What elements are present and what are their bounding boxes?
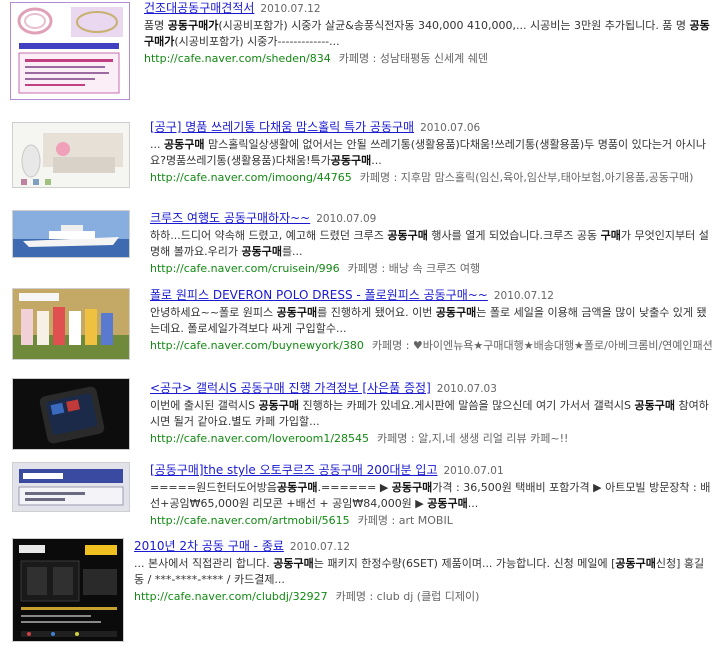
snippet-keyword: 공동구매 — [241, 245, 282, 258]
result-cafe-name-4: 카페명 : ♥바이엔뉴욕★구매대행★배송대행★폴로/아베크롬비/연예인패션 — [371, 339, 713, 352]
snippet-text: 를 진행하게 됐어요. 이번 — [317, 306, 436, 319]
snippet-text: 이번에 출시된 갤럭시S — [150, 399, 259, 412]
result-thumbnail-6[interactable] — [12, 462, 130, 512]
snippet-text: ... — [371, 154, 382, 167]
result-date-4: 2010.07.12 — [493, 290, 554, 302]
snippet-text: 하하...드디어 약속해 드렸고, 예고해 드렸던 크루즈 — [150, 229, 388, 242]
snippet-text: ... 본사에서 직접관리 합니다. — [134, 557, 274, 570]
snippet-keyword: 공동구매 — [391, 481, 433, 494]
snippet-keyword: 구매 — [600, 229, 621, 242]
result-snippet-7: ... 본사에서 직접관리 합니다. 공동구매는 패키지 한정수량(6SET) … — [134, 556, 714, 588]
result-url-6[interactable]: http://cafe.naver.com/artmobil/5615 — [150, 514, 350, 527]
result-title-row-3: 크루즈 여행도 공동구매하자~~ 2010.07.09 — [150, 210, 714, 227]
result-title-link-6[interactable]: [공동구매]the style 오토쿠르즈 공동구매 200대분 입고 — [150, 463, 438, 477]
snippet-keyword: 공동구매 — [164, 138, 205, 151]
result-title-row-4: 폴로 원피스 DEVERON POLO DRESS - 폴로원피스 공동구매~~… — [150, 287, 714, 304]
snippet-text: 를... — [281, 245, 303, 258]
snippet-text: 품명 — [144, 19, 168, 32]
snippet-text: (시공비포함가) 시중가-------------... — [174, 35, 340, 48]
result-meta-7: http://cafe.naver.com/clubdj/32927 카페명 : … — [134, 589, 714, 605]
result-thumbnail-5[interactable] — [12, 378, 130, 450]
snippet-keyword: 공동구매가 — [167, 19, 219, 32]
result-date-7: 2010.07.12 — [289, 541, 351, 553]
result-thumbnail-4[interactable] — [12, 288, 130, 360]
result-snippet-1: 품명 공동구매가(시공비포함가) 시중가 살균&송풍식전자동 340,000 4… — [144, 18, 714, 50]
snippet-text: 진행하는 카페가 있네요.게시판에 말씀을 많으신데 여기 가서서 갤럭시S — [299, 399, 635, 412]
snippet-keyword: 공동구매 — [277, 481, 318, 494]
result-title-link-3[interactable]: 크루즈 여행도 공동구매하자~~ — [150, 211, 310, 225]
snippet-keyword: 공동구매 — [330, 154, 372, 167]
result-meta-3: http://cafe.naver.com/cruisein/996 카페명 : … — [150, 261, 714, 277]
result-snippet-4: 안녕하세요~~폴로 원피스 공동구매를 진행하게 됐어요. 이번 공동구매는 폴… — [150, 305, 714, 337]
result-cafe-name-3: 카페명 : 배낭 속 크루즈 여행 — [347, 262, 481, 275]
result-date-1: 2010.07.12 — [260, 3, 321, 15]
snippet-keyword: 공동구매 — [273, 557, 314, 570]
result-meta-6: http://cafe.naver.com/artmobil/5615 카페명 :… — [150, 513, 714, 529]
result-title-link-1[interactable]: 건조대공동구매견적서 — [144, 1, 254, 15]
snippet-text: (시공비포함가) 시중가 살균&송풍식전자동 340,000 410,000,.… — [218, 19, 690, 32]
result-cafe-name-5: 카페명 : 알,지,네 생생 리얼 리뷰 카페~!! — [377, 432, 569, 445]
result-url-3[interactable]: http://cafe.naver.com/cruisein/996 — [150, 262, 340, 275]
result-cafe-name-7: 카페명 : club dj (클럽 디제이) — [335, 590, 480, 603]
result-title-link-2[interactable]: [공구] 명품 쓰레기통 다채움 맘스홀릭 특가 공동구매 — [150, 120, 414, 134]
result-title-link-7[interactable]: 2010년 2차 공동 구매 - 종료 — [134, 539, 284, 553]
result-url-2[interactable]: http://cafe.naver.com/imoong/44765 — [150, 171, 352, 184]
result-thumbnail-7[interactable] — [12, 538, 124, 642]
snippet-text: ... — [467, 497, 479, 510]
result-url-7[interactable]: http://cafe.naver.com/clubdj/32927 — [134, 590, 328, 603]
result-title-row-2: [공구] 명품 쓰레기통 다채움 맘스홀릭 특가 공동구매 2010.07.06 — [150, 119, 714, 136]
result-url-4[interactable]: http://cafe.naver.com/buynewyork/380 — [150, 339, 364, 352]
result-thumbnail-2[interactable] — [12, 122, 130, 188]
result-title-row-7: 2010년 2차 공동 구매 - 종료 2010.07.12 — [134, 538, 714, 555]
result-date-5: 2010.07.03 — [436, 383, 497, 395]
snippet-text: .====== ▶ — [317, 481, 392, 494]
result-cafe-name-2: 카페명 : 지후맘 맘스홀릭(임신,육아,임산부,태아보험,아기용품,공동구매) — [359, 171, 694, 184]
snippet-text: =====원드헌터도어방음 — [150, 481, 278, 494]
result-meta-2: http://cafe.naver.com/imoong/44765 카페명 : … — [150, 170, 714, 186]
result-date-2: 2010.07.06 — [420, 122, 481, 134]
snippet-text: 는 패키지 한정수량(6SET) 제품이며... 가능합니다. 신청 메일에 [ — [313, 557, 616, 570]
result-title-row-1: 건조대공동구매견적서 2010.07.12 — [144, 0, 714, 17]
result-date-3: 2010.07.09 — [316, 213, 377, 225]
result-cafe-name-1: 카페명 : 성남태평동 신세계 쉐덴 — [338, 52, 488, 65]
snippet-text: ... — [150, 138, 164, 151]
result-snippet-5: 이번에 출시된 갤럭시S 공동구매 진행하는 카페가 있네요.게시판에 말씀을 … — [150, 398, 714, 430]
snippet-keyword: 공동구매 — [634, 399, 675, 412]
result-title-link-4[interactable]: 폴로 원피스 DEVERON POLO DRESS - 폴로원피스 공동구매~~ — [150, 288, 488, 302]
snippet-keyword: 공동구매 — [276, 306, 318, 319]
result-meta-1: http://cafe.naver.com/sheden/834 카페명 : 성남… — [144, 51, 714, 67]
result-title-row-6: [공동구매]the style 오토쿠르즈 공동구매 200대분 입고 2010.… — [150, 462, 714, 479]
result-title-row-5: <공구> 갤럭시S 공동구매 진행 가격정보 [사은품 증정] 2010.07.0… — [150, 380, 714, 397]
snippet-keyword: 공동구매 — [615, 557, 656, 570]
snippet-keyword: 공동구매 — [427, 497, 468, 510]
result-snippet-2: ... 공동구매 맘스홀릭일상생활에 없어서는 안될 쓰레기통(생활용품)다채움… — [150, 137, 714, 169]
result-snippet-3: 하하...드디어 약속해 드렸고, 예고해 드렸던 크루즈 공동구매 행사를 열… — [150, 228, 714, 260]
result-thumbnail-1[interactable] — [10, 2, 130, 100]
result-url-5[interactable]: http://cafe.naver.com/loveroom1/28545 — [150, 432, 369, 445]
result-meta-4: http://cafe.naver.com/buynewyork/380 카페명 … — [150, 338, 714, 354]
result-meta-5: http://cafe.naver.com/loveroom1/28545 카페명… — [150, 431, 714, 447]
snippet-text: 안녕하세요~~폴로 원피스 — [150, 306, 277, 319]
result-cafe-name-6: 카페명 : art MOBIL — [357, 514, 453, 527]
snippet-keyword: 공동구매 — [387, 229, 428, 242]
result-snippet-6: =====원드헌터도어방음공동구매.====== ▶ 공동구매가격 : 36,5… — [150, 480, 714, 512]
result-url-1[interactable]: http://cafe.naver.com/sheden/834 — [144, 52, 331, 65]
result-thumbnail-3[interactable] — [12, 210, 130, 258]
snippet-text: 맘스홀릭일상생활에 없어서는 안될 쓰레기통(생활용품)다채움!쓰레기통(생활용… — [150, 138, 706, 167]
result-title-link-5[interactable]: <공구> 갤럭시S 공동구매 진행 가격정보 [사은품 증정] — [150, 381, 431, 395]
result-date-6: 2010.07.01 — [443, 465, 504, 477]
snippet-keyword: 공동구매 — [258, 399, 300, 412]
snippet-text: 행사를 열게 되었습니다.크루즈 공동 — [427, 229, 601, 242]
snippet-keyword: 공동구매 — [435, 306, 477, 319]
